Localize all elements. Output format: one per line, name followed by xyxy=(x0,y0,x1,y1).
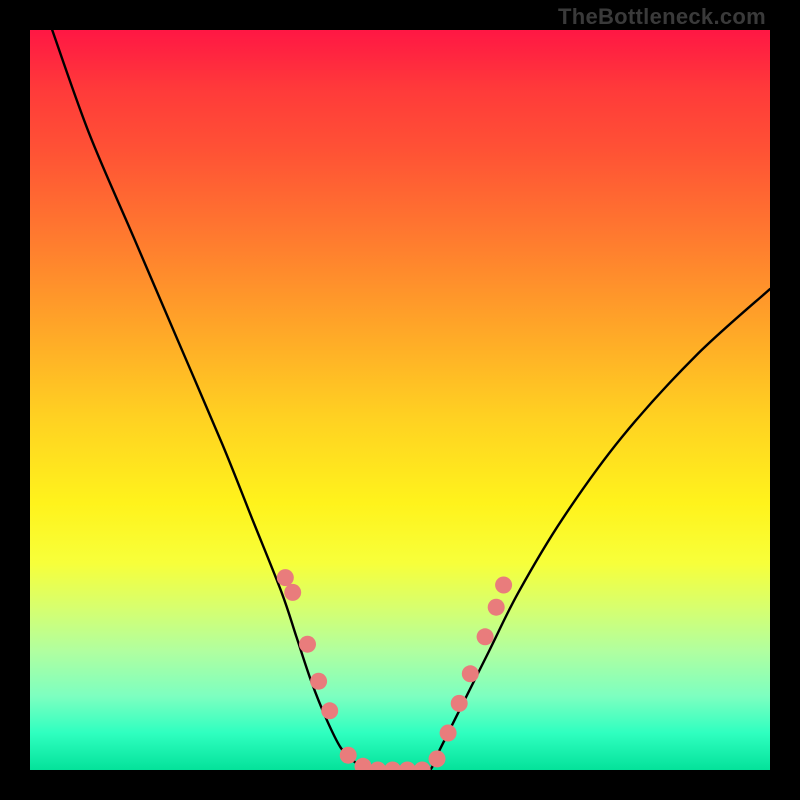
curve-marker xyxy=(321,702,338,719)
watermark-text: TheBottleneck.com xyxy=(558,4,766,30)
curve-marker xyxy=(355,758,372,770)
curve-marker xyxy=(440,725,457,742)
curve-markers xyxy=(277,569,512,770)
curve-marker xyxy=(488,599,505,616)
curve-marker xyxy=(284,584,301,601)
chart-frame: TheBottleneck.com xyxy=(0,0,800,800)
plot-area xyxy=(30,30,770,770)
curve-marker xyxy=(414,762,431,771)
curve-marker xyxy=(462,665,479,682)
curve-marker xyxy=(277,569,294,586)
curve-marker xyxy=(299,636,316,653)
bottleneck-curve-path xyxy=(52,30,770,770)
curve-marker xyxy=(399,762,416,771)
curve-marker xyxy=(384,762,401,771)
curve-marker xyxy=(369,762,386,771)
curve-marker xyxy=(495,577,512,594)
curve-marker xyxy=(477,628,494,645)
curve-marker xyxy=(429,750,446,767)
curve-marker xyxy=(451,695,468,712)
curve-marker xyxy=(340,747,357,764)
curve-marker xyxy=(310,673,327,690)
chart-svg xyxy=(30,30,770,770)
